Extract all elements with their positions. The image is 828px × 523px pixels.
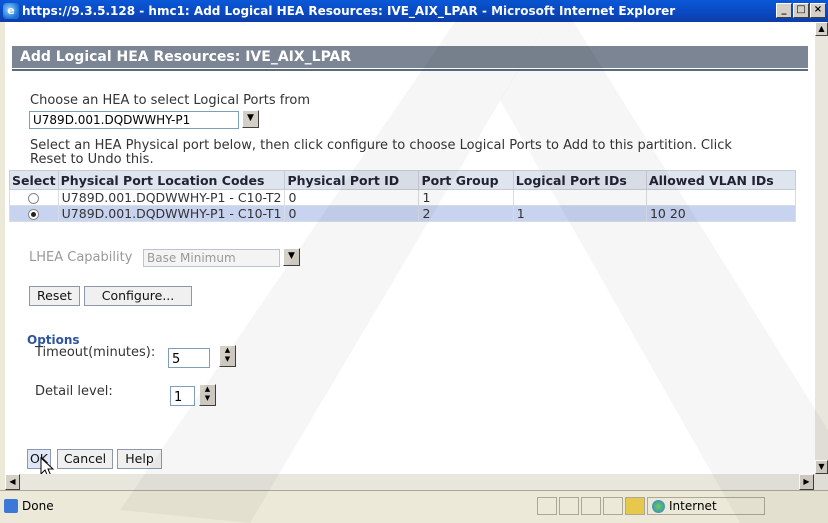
table-row[interactable]: U789D.001.DQDWWHY-P1 - C10-T1 0 2 1 10 2… (9, 205, 797, 222)
maximize-button[interactable]: □ (793, 3, 809, 18)
page-content: Add Logical HEA Resources: IVE_AIX_LPAR … (5, 22, 815, 474)
status-cell (603, 497, 623, 515)
internet-explorer-icon: e (3, 3, 19, 19)
vlan-ids-cell: 10 20 (645, 205, 797, 222)
port-group-cell: 1 (418, 189, 514, 206)
instructions-line1: Select an HEA Physical port below, then … (30, 138, 732, 153)
port-radio[interactable] (28, 193, 40, 204)
timeout-label: Timeout(minutes): (35, 345, 156, 360)
status-cell (537, 497, 557, 515)
timeout-input[interactable]: 5 (168, 348, 210, 368)
port-id-cell: 0 (284, 189, 420, 206)
status-text: Done (22, 499, 54, 513)
detail-level-label: Detail level: (35, 384, 113, 399)
horizontal-scrollbar[interactable]: ◀ ▶ (5, 474, 828, 490)
col-vlan-ids[interactable]: Allowed VLAN IDs (645, 170, 797, 190)
page-heading: Add Logical HEA Resources: IVE_AIX_LPAR (12, 46, 808, 71)
vlan-ids-cell (645, 189, 797, 206)
logical-ids-cell (512, 189, 647, 206)
reset-button[interactable]: Reset (29, 286, 80, 306)
status-cell (581, 497, 601, 515)
row-select-cell (9, 205, 59, 222)
scroll-down-arrow-icon[interactable]: ▼ (815, 460, 828, 474)
lhea-capability-select[interactable]: Base Minimum (143, 249, 280, 267)
mouse-pointer-icon (40, 457, 55, 474)
status-bar: Done Internet (0, 490, 828, 523)
port-group-cell: 2 (418, 205, 514, 222)
detail-level-stepper[interactable]: ▲ ▼ (199, 384, 216, 406)
minimize-button[interactable]: _ (776, 3, 792, 18)
col-logical-port-ids[interactable]: Logical Port IDs (512, 170, 647, 190)
hea-dropdown-button[interactable]: ▼ (242, 110, 259, 128)
scroll-up-arrow-icon[interactable]: ▲ (815, 22, 828, 36)
window-titlebar: e https://9.3.5.128 - hmc1: Add Logical … (0, 0, 828, 22)
security-zone: Internet (647, 497, 765, 515)
configure-button[interactable]: Configure... (84, 286, 192, 306)
lhea-dropdown-button[interactable]: ▼ (283, 248, 300, 266)
location-cell: U789D.001.DQDWWHY-P1 - C10-T2 (57, 189, 286, 206)
hea-select[interactable]: U789D.001.DQDWWHY-P1 (29, 111, 239, 129)
col-port-group[interactable]: Port Group (418, 170, 514, 190)
port-id-cell: 0 (284, 205, 420, 222)
window-controls: _ □ × (776, 3, 826, 18)
window-title: https://9.3.5.128 - hmc1: Add Logical HE… (22, 4, 676, 18)
zone-label: Internet (669, 499, 717, 513)
help-button[interactable]: Help (117, 449, 162, 469)
status-cell (559, 497, 579, 515)
col-select[interactable]: Select (9, 170, 59, 190)
page-title: Add Logical HEA Resources: IVE_AIX_LPAR (20, 49, 352, 65)
choose-hea-label: Choose an HEA to select Logical Ports fr… (30, 93, 311, 108)
table-header-row: Select Physical Port Location Codes Phys… (9, 170, 797, 190)
cancel-button[interactable]: Cancel (57, 449, 113, 469)
status-left: Done (4, 499, 54, 513)
vertical-scrollbar[interactable]: ▲ ▼ (815, 22, 828, 474)
lock-icon (625, 497, 645, 515)
scroll-left-arrow-icon[interactable]: ◀ (5, 474, 20, 490)
timeout-stepper[interactable]: ▲ ▼ (219, 345, 236, 367)
row-select-cell (9, 189, 59, 206)
status-cells (537, 497, 645, 515)
heading-underline (12, 69, 808, 71)
col-location[interactable]: Physical Port Location Codes (57, 170, 286, 190)
instructions-line2: Reset to Undo this. (30, 152, 154, 167)
port-radio[interactable] (28, 209, 40, 220)
scroll-right-arrow-icon[interactable]: ▶ (799, 474, 814, 490)
close-button[interactable]: × (810, 3, 826, 18)
logical-ids-cell: 1 (512, 205, 647, 222)
page-done-icon (4, 499, 18, 513)
col-port-id[interactable]: Physical Port ID (284, 170, 420, 190)
globe-icon (652, 499, 665, 513)
lhea-capability-label: LHEA Capability (29, 250, 133, 265)
physical-ports-table: Select Physical Port Location Codes Phys… (9, 170, 797, 222)
location-cell: U789D.001.DQDWWHY-P1 - C10-T1 (57, 205, 286, 222)
table-row[interactable]: U789D.001.DQDWWHY-P1 - C10-T2 0 1 (9, 189, 797, 206)
detail-level-input[interactable]: 1 (170, 386, 195, 406)
